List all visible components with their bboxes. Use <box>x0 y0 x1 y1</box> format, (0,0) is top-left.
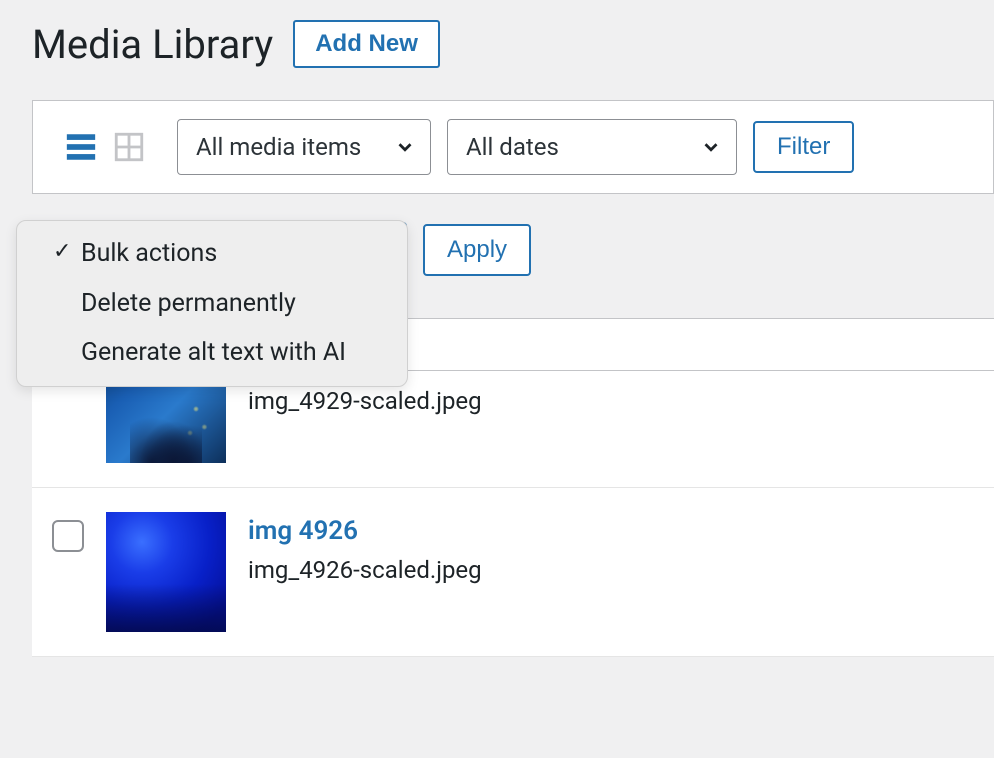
add-new-button[interactable]: Add New <box>293 20 440 68</box>
row-checkbox[interactable] <box>52 520 84 552</box>
grid-view-button[interactable] <box>109 127 149 167</box>
media-thumbnail[interactable] <box>106 512 226 632</box>
bulk-actions-dropdown: Bulk actions Delete permanently Generate… <box>16 220 408 387</box>
list-view-button[interactable] <box>61 127 101 167</box>
view-toggle <box>61 127 149 167</box>
dropdown-option-generate-alt-text[interactable]: Generate alt text with AI <box>17 328 407 378</box>
media-title-link[interactable]: img 4926 <box>248 516 482 546</box>
media-info: img 4926 img_4926-scaled.jpeg <box>248 512 482 584</box>
list-icon <box>64 130 98 164</box>
page-header: Media Library Add New <box>32 20 994 68</box>
filter-button[interactable]: Filter <box>753 121 854 173</box>
media-type-value: All media items <box>196 133 361 161</box>
filters-bar: All media items All dates Filter <box>32 100 994 194</box>
chevron-down-icon <box>700 136 722 158</box>
media-filename: img_4929-scaled.jpeg <box>248 387 482 415</box>
dropdown-option-delete-permanently[interactable]: Delete permanently <box>17 279 407 329</box>
grid-icon <box>112 130 146 164</box>
apply-button[interactable]: Apply <box>423 224 531 276</box>
dropdown-option-bulk-actions[interactable]: Bulk actions <box>17 229 407 279</box>
chevron-down-icon <box>394 136 416 158</box>
dates-select[interactable]: All dates <box>447 119 737 175</box>
media-filename: img_4926-scaled.jpeg <box>248 556 482 584</box>
bulk-actions-row: Apply Bulk actions Delete permanently Ge… <box>32 222 994 278</box>
page-title: Media Library <box>32 21 273 68</box>
dates-value: All dates <box>466 133 559 161</box>
media-type-select[interactable]: All media items <box>177 119 431 175</box>
table-row: img 4926 img_4926-scaled.jpeg <box>32 488 994 657</box>
